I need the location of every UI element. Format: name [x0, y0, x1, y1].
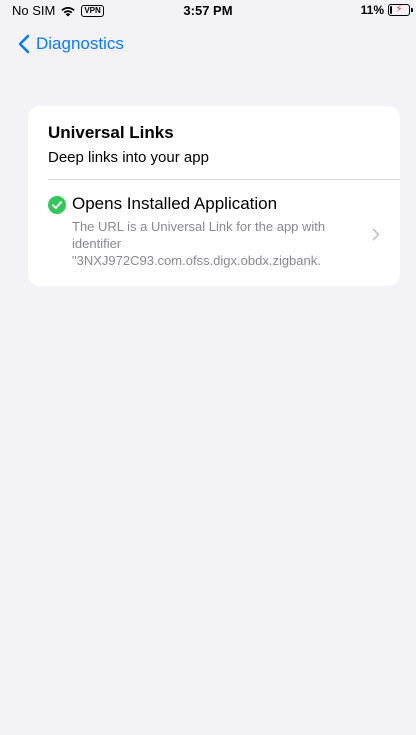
battery-percentage: 11%	[360, 3, 384, 17]
chevron-left-icon	[18, 34, 30, 54]
result-description-text: The URL is a Universal Link for the app …	[72, 219, 326, 251]
battery-icon: ⚡	[388, 4, 413, 16]
app-identifier: "3NXJ972C93.com.ofss.digx.obdx.zigbank.	[72, 253, 321, 268]
universal-links-card: Universal Links Deep links into your app…	[28, 106, 400, 286]
section-title: Universal Links	[48, 123, 174, 142]
status-bar: No SIM VPN 3:57 PM 11% ⚡	[0, 0, 416, 22]
status-bar-right: 11% ⚡	[360, 3, 413, 17]
back-button[interactable]: Diagnostics	[18, 34, 124, 54]
opens-installed-application-row[interactable]: Opens Installed Application The URL is a…	[48, 180, 400, 286]
card-header: Universal Links Deep links into your app	[48, 122, 209, 168]
section-subtitle: Deep links into your app	[48, 149, 209, 166]
chevron-right-icon	[372, 228, 380, 241]
result-description: The URL is a Universal Link for the app …	[72, 218, 367, 269]
result-title: Opens Installed Application	[72, 194, 278, 213]
back-button-label: Diagnostics	[36, 34, 124, 53]
checkmark-circle-icon	[48, 196, 66, 214]
battery-cap	[411, 8, 413, 12]
status-time: 3:57 PM	[183, 3, 233, 18]
charging-bolt-icon: ⚡	[395, 4, 403, 15]
